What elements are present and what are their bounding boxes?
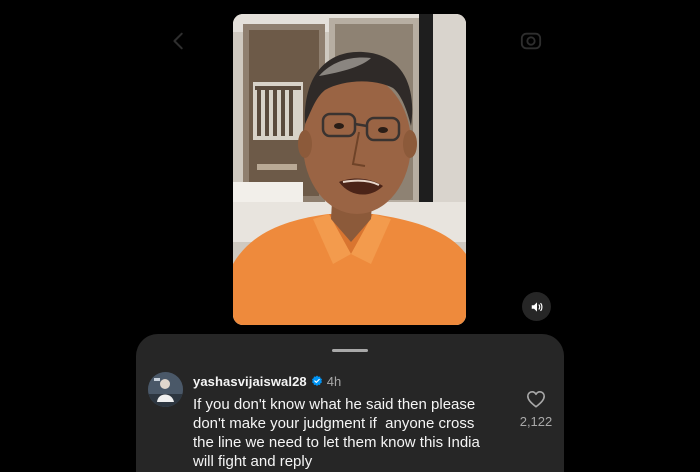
avatar[interactable]: [148, 372, 183, 407]
video-frame: [233, 14, 466, 325]
comment-item: yashasvijaiswal28 4h If you don't know w…: [148, 372, 552, 472]
speaker-icon: [531, 301, 542, 312]
heart-icon[interactable]: [526, 390, 546, 408]
like-count: 2,122: [519, 414, 553, 429]
drag-handle[interactable]: [332, 349, 368, 352]
reel-video[interactable]: [233, 14, 466, 325]
comment-body: yashasvijaiswal28 4h If you don't know w…: [193, 372, 493, 471]
comment-header: yashasvijaiswal28 4h: [193, 372, 493, 390]
comment-text: If you don't know what he said then plea…: [193, 396, 485, 470]
comment-username[interactable]: yashasvijaiswal28: [193, 374, 307, 389]
verified-badge-icon: [311, 375, 322, 386]
comment-timestamp: 4h: [326, 373, 342, 389]
camera-icon[interactable]: [520, 30, 542, 52]
mute-button[interactable]: [522, 292, 551, 321]
comments-sheet: yashasvijaiswal28 4h If you don't know w…: [136, 334, 564, 472]
like-area: 2,122: [516, 390, 556, 429]
chevron-left-icon[interactable]: [168, 30, 190, 52]
reel-viewer: yashasvijaiswal28 4h If you don't know w…: [0, 0, 700, 472]
avatar-image: [148, 372, 183, 407]
